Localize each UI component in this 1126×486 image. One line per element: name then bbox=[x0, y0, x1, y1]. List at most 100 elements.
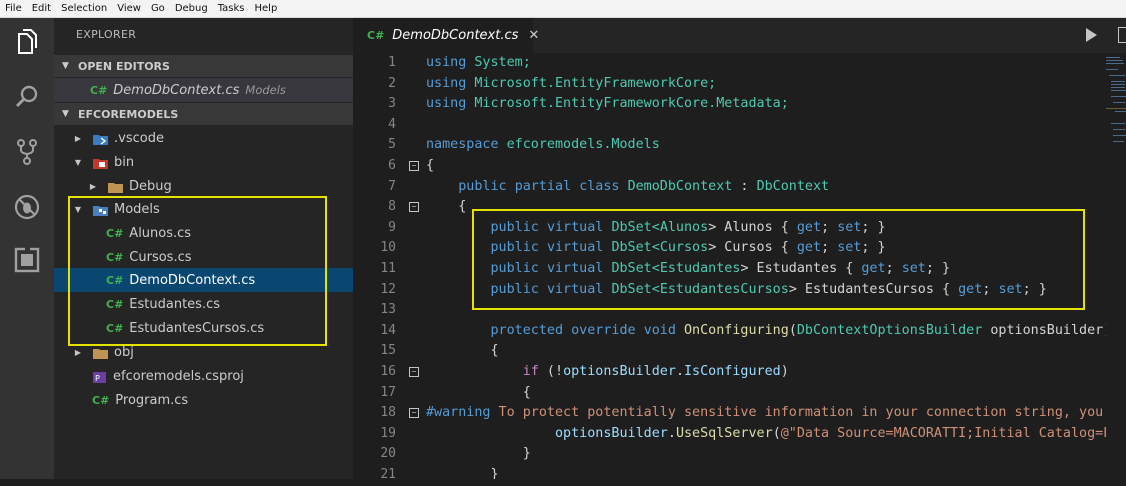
tab-demodbcontext[interactable]: C# DemoDbContext.cs ✕ bbox=[353, 18, 539, 53]
tree-item-label: bin bbox=[114, 154, 135, 170]
tree-item-label: efcoremodels.csproj bbox=[113, 368, 244, 384]
debug-icon[interactable] bbox=[13, 193, 41, 221]
highlight-box-dbsets bbox=[472, 209, 1085, 310]
code-line-6: { bbox=[426, 158, 435, 173]
tree-item-csproj[interactable]: P efcoremodels.csproj bbox=[54, 364, 353, 388]
code-line-17: { bbox=[426, 384, 531, 400]
csproj-file-icon: P bbox=[92, 371, 106, 383]
minimap[interactable] bbox=[1103, 53, 1126, 173]
line-number: 4 bbox=[388, 116, 396, 132]
line-number: 20 bbox=[380, 446, 396, 462]
chevron-down-icon: ▼ bbox=[62, 61, 69, 71]
menu-selection[interactable]: Selection bbox=[56, 3, 112, 14]
line-number: 21 bbox=[380, 467, 396, 482]
code-line-8: { bbox=[426, 199, 467, 215]
csharp-file-icon: C# bbox=[92, 393, 110, 407]
chevron-down-icon: ▼ bbox=[74, 157, 82, 167]
tree-item-label: obj bbox=[114, 344, 134, 360]
menu-tasks[interactable]: Tasks bbox=[213, 3, 250, 14]
fold-toggle-icon[interactable]: − bbox=[409, 202, 419, 212]
menu-debug[interactable]: Debug bbox=[170, 3, 213, 14]
code-line-2: using Microsoft.EntityFrameworkCore; bbox=[426, 75, 717, 91]
tree-item-program[interactable]: C# Program.cs bbox=[54, 388, 353, 412]
chevron-right-icon: ▶ bbox=[89, 181, 97, 191]
line-number: 7 bbox=[388, 178, 396, 194]
line-number: 13 bbox=[380, 302, 396, 318]
tree-item-vscode[interactable]: ▶ .vscode bbox=[54, 126, 353, 150]
fold-toggle-icon[interactable]: − bbox=[409, 367, 419, 377]
line-number: 12 bbox=[380, 281, 396, 297]
fold-toggle-icon[interactable]: − bbox=[409, 161, 419, 171]
tree-item-label: .vscode bbox=[114, 130, 164, 146]
files-icon[interactable] bbox=[13, 28, 41, 56]
menu-bar: File Edit Selection View Go Debug Tasks … bbox=[0, 0, 1126, 18]
line-number: 17 bbox=[380, 384, 396, 400]
open-editors-header[interactable]: ▼ OPEN EDITORS bbox=[54, 55, 353, 77]
line-number: 8 bbox=[388, 199, 396, 215]
line-number: 11 bbox=[380, 261, 396, 276]
menu-edit[interactable]: Edit bbox=[27, 3, 56, 14]
code-line-14: protected override void OnConfiguring(Db… bbox=[490, 322, 1107, 338]
split-editor-icon[interactable] bbox=[1118, 27, 1126, 43]
tree-item-label: Debug bbox=[129, 178, 172, 194]
csharp-file-icon: C# bbox=[367, 29, 385, 42]
code-editor: C# DemoDbContext.cs ✕ 1 2 3 4 5 6 7 8 9 … bbox=[353, 18, 1126, 482]
line-number: 9 bbox=[388, 219, 396, 235]
code-line-15: { bbox=[426, 343, 499, 359]
project-label: EFCOREMODELS bbox=[78, 107, 179, 121]
code-line-7: public partial class DemoDbContext : DbC… bbox=[458, 178, 830, 194]
line-number: 2 bbox=[388, 75, 396, 91]
line-number: 19 bbox=[380, 425, 396, 441]
tab-bar: C# DemoDbContext.cs ✕ bbox=[353, 18, 1126, 53]
project-header[interactable]: ▼ EFCOREMODELS bbox=[54, 103, 353, 125]
open-editor-item[interactable]: C# DemoDbContext.cs Models bbox=[54, 78, 353, 102]
explorer-sidebar: EXPLORER ▼ OPEN EDITORS C# DemoDbContext… bbox=[54, 18, 353, 479]
run-icon[interactable] bbox=[1086, 28, 1097, 42]
line-number: 10 bbox=[380, 240, 396, 256]
line-number: 15 bbox=[380, 343, 396, 359]
code-line-21: } bbox=[426, 467, 499, 479]
menu-help[interactable]: Help bbox=[250, 3, 283, 14]
tree-item-debug[interactable]: ▶ Debug bbox=[54, 174, 353, 198]
line-number-gutter: 1 2 3 4 5 6 7 8 9 10 11 12 13 14 15 16 1… bbox=[353, 53, 419, 482]
code-line-16: if (!optionsBuilder.IsConfigured) bbox=[522, 364, 789, 379]
fold-toggle-icon[interactable]: − bbox=[409, 408, 419, 418]
menu-view[interactable]: View bbox=[112, 3, 146, 14]
code-line-19: optionsBuilder.UseSqlServer(@"Data Sourc… bbox=[555, 425, 1106, 441]
chevron-down-icon: ▼ bbox=[62, 109, 69, 119]
line-number: 18 bbox=[380, 405, 396, 421]
line-number: 1 bbox=[388, 55, 396, 70]
highlight-box-models bbox=[68, 196, 327, 346]
tree-item-label: Program.cs bbox=[115, 392, 189, 408]
source-control-icon[interactable] bbox=[13, 138, 41, 166]
menu-go[interactable]: Go bbox=[146, 3, 170, 14]
open-editors-label: OPEN EDITORS bbox=[78, 59, 170, 73]
line-number: 6 bbox=[388, 158, 396, 173]
activity-bar bbox=[0, 18, 54, 479]
search-icon[interactable] bbox=[13, 83, 41, 111]
code-line-5: namespace efcoremodels.Models bbox=[426, 137, 660, 153]
bin-folder-icon bbox=[93, 157, 108, 169]
vscode-folder-icon bbox=[93, 133, 108, 145]
chevron-right-icon: ▶ bbox=[74, 347, 82, 357]
open-editor-folder: Models bbox=[245, 83, 286, 97]
code-line-20: } bbox=[426, 446, 531, 462]
line-number: 14 bbox=[380, 322, 396, 338]
chevron-right-icon: ▶ bbox=[74, 133, 82, 143]
code-line-3: using Microsoft.EntityFrameworkCore.Meta… bbox=[426, 96, 789, 112]
svg-text:P: P bbox=[95, 374, 100, 383]
extensions-icon[interactable] bbox=[13, 246, 41, 274]
code-line-18: #warning To protect potentially sensitiv… bbox=[426, 405, 1104, 421]
open-editor-filename: DemoDbContext.cs bbox=[113, 82, 240, 98]
csharp-file-icon: C# bbox=[90, 83, 108, 97]
folder-icon bbox=[108, 181, 123, 193]
sidebar-title: EXPLORER bbox=[76, 28, 137, 41]
menu-file[interactable]: File bbox=[0, 3, 27, 14]
code-line-1: using System; bbox=[426, 55, 531, 70]
line-number: 5 bbox=[388, 137, 396, 153]
close-icon[interactable]: ✕ bbox=[528, 28, 539, 43]
line-number: 3 bbox=[388, 96, 396, 112]
folder-icon bbox=[93, 347, 108, 359]
line-number: 16 bbox=[380, 364, 396, 379]
tree-item-bin[interactable]: ▼ bin bbox=[54, 150, 353, 174]
